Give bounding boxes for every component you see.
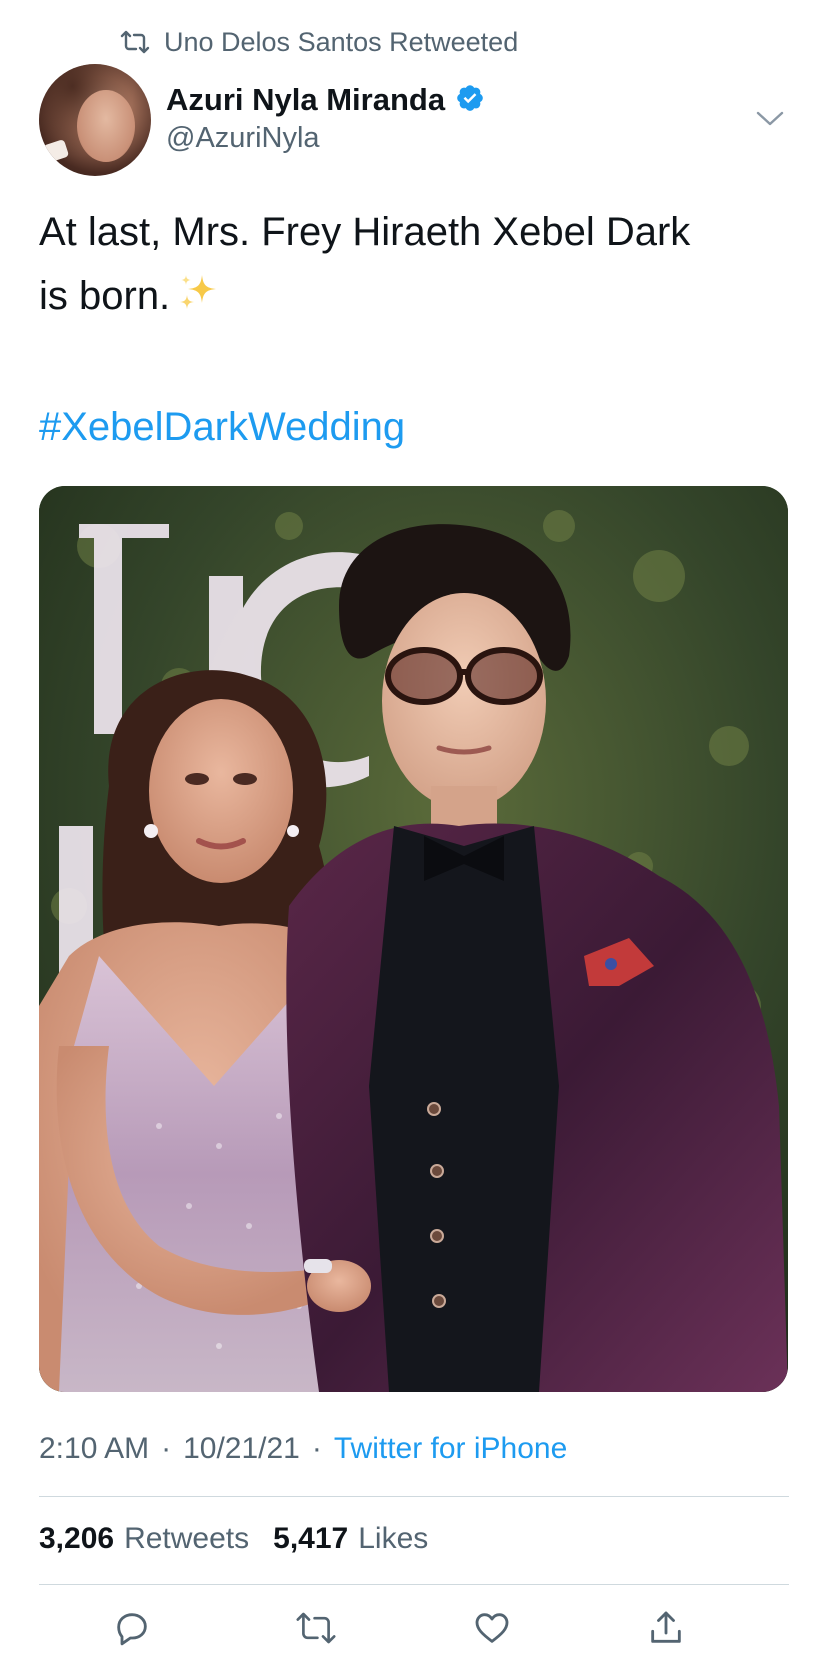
hashtag-link[interactable]: #XebelDarkWedding [39,400,405,454]
author-info[interactable]: Azuri Nyla Miranda @AzuriNyla [166,80,485,155]
meta-separator: · [161,1432,172,1465]
tweet-text-line-1: At last, Mrs. Frey Hiraeth Xebel Dark [39,210,691,254]
retweet-context-text: Uno Delos Santos Retweeted [164,26,519,57]
reply-icon [112,1608,152,1653]
divider [39,1496,789,1497]
tweet-meta: 2:10 AM · 10/21/21 · Twitter for iPhone [39,1432,567,1466]
sparkles-icon [176,270,220,334]
tweet-time: 2:10 AM [39,1432,150,1465]
tweet-stats: 3,206 Retweets 5,417 Likes [39,1522,442,1556]
author-handle[interactable]: @AzuriNyla [166,122,485,155]
meta-separator: · [311,1432,322,1465]
author-display-name[interactable]: Azuri Nyla Miranda [166,82,445,118]
share-button[interactable] [640,1604,692,1656]
likes-label[interactable]: Likes [358,1522,428,1556]
tweet-date: 10/21/21 [183,1432,300,1465]
tweet-action-bar [0,1604,828,1656]
verified-badge-icon [455,83,485,118]
reply-button[interactable] [106,1604,158,1656]
author-name-row: Azuri Nyla Miranda [166,80,485,120]
tweet-media-image[interactable] [39,486,788,1392]
retweets-label[interactable]: Retweets [124,1522,249,1556]
like-button[interactable] [466,1604,518,1656]
retweet-icon [295,1610,337,1651]
tweet-text-line-2-text: is born. [39,274,171,318]
retweet-button[interactable] [290,1604,342,1656]
divider [39,1584,789,1585]
likes-count[interactable]: 5,417 [273,1522,348,1556]
share-icon [646,1608,686,1653]
retweet-icon [120,30,150,54]
author-avatar[interactable] [39,64,151,176]
retweet-context[interactable]: Uno Delos Santos Retweeted [120,22,518,62]
heart-icon [472,1608,512,1653]
tweet-source-link[interactable]: Twitter for iPhone [334,1432,567,1466]
tweet-text: At last, Mrs. Frey Hiraeth Xebel Dark is… [39,200,799,334]
more-options-chevron-icon[interactable] [754,104,786,132]
retweets-count[interactable]: 3,206 [39,1522,114,1556]
tweet-text-line-2: is born. [39,264,799,334]
